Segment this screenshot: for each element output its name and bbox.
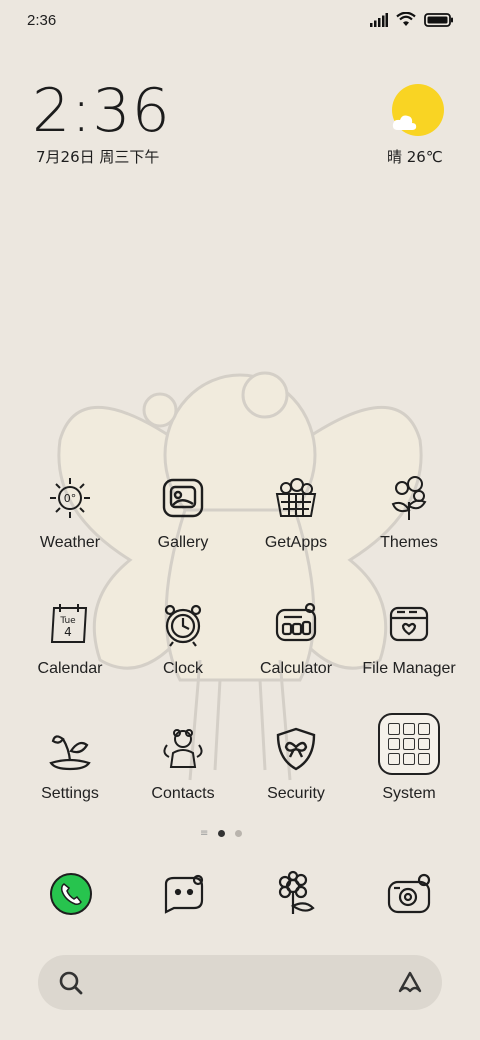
page-list-icon: ≡ [200, 828, 209, 839]
clock-icon [153, 596, 213, 652]
contacts-icon [153, 721, 213, 777]
dock-messages[interactable] [160, 870, 208, 918]
calculator-icon [266, 596, 326, 652]
app-label: File Manager [362, 660, 456, 677]
app-themes[interactable]: Themes [354, 470, 464, 552]
app-security[interactable]: Security [241, 721, 351, 803]
page-dot [235, 830, 243, 837]
app-settings[interactable]: Settings [15, 721, 125, 803]
weather-icon: 0° [40, 470, 100, 526]
battery-icon [424, 12, 453, 27]
app-clock[interactable]: Clock [128, 596, 238, 678]
dock-browser[interactable] [273, 870, 321, 918]
file-manager-icon [379, 596, 439, 652]
status-icons [370, 12, 454, 27]
clock-widget-time[interactable]: 2:36 [32, 76, 171, 146]
app-contacts[interactable]: Contacts [128, 721, 238, 803]
app-label: GetApps [264, 534, 328, 551]
status-time: 2:36 [27, 12, 57, 29]
themes-icon [379, 470, 439, 526]
app-label: Settings [41, 785, 99, 802]
calendar-icon-date: 4 [64, 625, 72, 639]
weather-cloud-icon [392, 115, 417, 130]
app-calculator[interactable]: Calculator [241, 596, 351, 678]
app-weather[interactable]: 0° Weather [15, 470, 125, 552]
settings-icon [40, 721, 100, 777]
getapps-icon [266, 470, 326, 526]
gallery-icon [153, 470, 213, 526]
search-bar[interactable] [38, 955, 442, 1010]
app-label: Clock [162, 660, 203, 677]
phone-icon [50, 873, 92, 915]
signal-icon [370, 12, 388, 27]
app-gallery[interactable]: Gallery [128, 470, 238, 552]
camera-icon [387, 873, 431, 914]
assistant-icon[interactable] [396, 969, 424, 995]
page-dot-active [218, 830, 226, 837]
app-system-folder[interactable]: System [354, 711, 464, 803]
page-indicator[interactable]: ≡ [200, 828, 243, 839]
search-icon[interactable] [58, 970, 84, 996]
app-calendar[interactable]: Tue 4 Calendar [15, 596, 125, 678]
dock-phone[interactable] [47, 870, 95, 918]
weather-widget-text: 晴 26℃ [387, 148, 443, 166]
app-label: System [382, 785, 436, 802]
weather-icon-text: 0° [64, 492, 77, 505]
messages-icon [164, 874, 204, 914]
app-getapps[interactable]: GetApps [241, 470, 351, 552]
app-label: Weather [39, 534, 101, 551]
app-label: Security [267, 785, 325, 802]
wifi-icon [396, 12, 416, 26]
app-label: Gallery [157, 534, 209, 551]
browser-icon [278, 870, 315, 914]
app-label: Calendar [37, 660, 103, 677]
clock-widget-date: 7月26日 周三下午 [36, 148, 160, 166]
dock-camera[interactable] [386, 870, 434, 918]
app-label: Themes [380, 534, 438, 551]
app-label: Calculator [259, 660, 333, 677]
security-icon [266, 721, 326, 777]
status-bar: 2:36 [0, 0, 480, 44]
app-file-manager[interactable]: File Manager [354, 596, 464, 678]
system-folder-icon [378, 711, 440, 777]
calendar-icon: Tue 4 [40, 596, 100, 652]
app-label: Contacts [151, 785, 215, 802]
